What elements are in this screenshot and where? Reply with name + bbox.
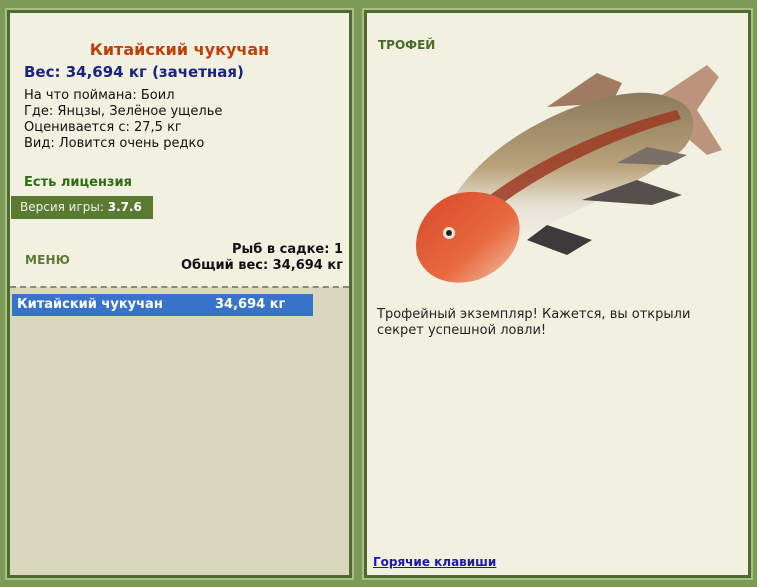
keepnet-summary: Рыб в садке: 1 Общий вес: 34,694 кг — [181, 242, 343, 274]
keepnet-total-weight: Общий вес: 34,694 кг — [180, 258, 343, 273]
bait-info: На что поймана: Боил — [24, 88, 175, 103]
catch-weight: 34,694 кг — [215, 297, 286, 312]
hotkeys-link[interactable]: Горячие клавиши — [373, 555, 496, 569]
fish-weight: Вес: 34,694 кг (зачетная) — [24, 63, 244, 81]
right-panel: ТРОФЕЙ Трофейный экземпляр! Кажется, вы … — [362, 8, 753, 580]
menu-button[interactable]: МЕНЮ — [25, 253, 70, 267]
rarity-info: Вид: Ловится очень редко — [24, 136, 205, 151]
list-item[interactable]: Китайский чукучан 34,694 кг — [12, 294, 313, 316]
trophy-message: Трофейный экземпляр! Кажется, вы открыли… — [377, 307, 691, 338]
catch-name: Китайский чукучан — [17, 297, 163, 312]
rated-from-info: Оценивается с: 27,5 кг — [24, 120, 182, 135]
fish-name-title: Китайский чукучан — [89, 40, 270, 59]
game-version-badge: Версия игры: 3.7.6 — [11, 196, 153, 219]
trophy-label: ТРОФЕЙ — [378, 38, 436, 52]
left-panel: Китайский чукучан Вес: 34,694 кг (зачетн… — [5, 8, 354, 580]
version-value: 3.7.6 — [107, 200, 142, 214]
location-info: Где: Янцзы, Зелёное ущелье — [24, 104, 223, 119]
keepnet-count: Рыб в садке: 1 — [231, 242, 343, 257]
divider — [10, 286, 349, 288]
license-status: Есть лицензия — [24, 175, 132, 190]
fish-info-section: Китайский чукучан Вес: 34,694 кг (зачетн… — [10, 13, 349, 287]
version-label: Версия игры: — [20, 200, 104, 214]
fish-image — [416, 65, 722, 283]
